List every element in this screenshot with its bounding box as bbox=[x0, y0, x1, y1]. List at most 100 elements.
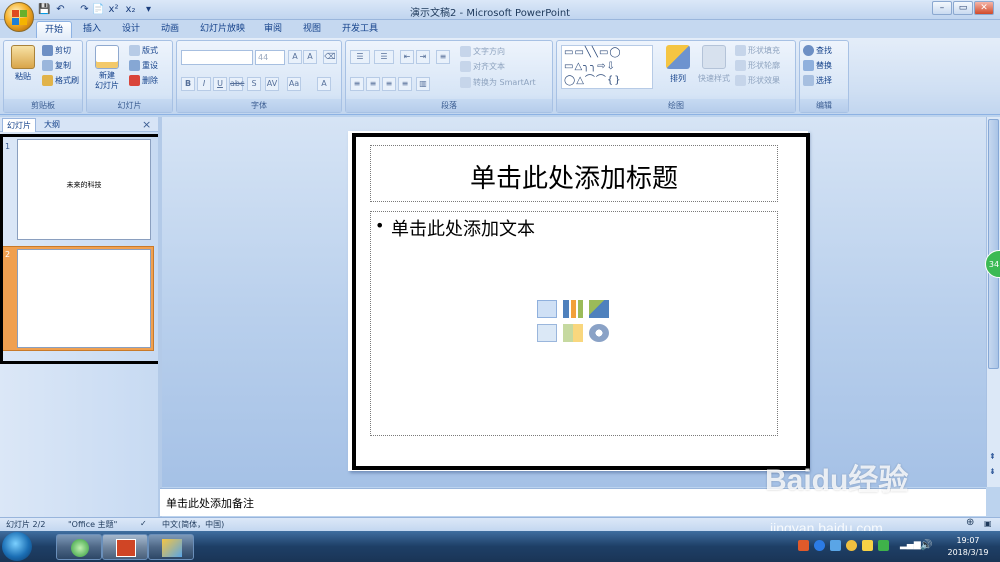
superscript-icon[interactable]: x² bbox=[107, 3, 120, 16]
numbering-button[interactable]: ☰ bbox=[374, 50, 394, 64]
new-slide-icon bbox=[95, 45, 119, 69]
replace-button[interactable]: 替换 bbox=[803, 60, 832, 71]
change-case-button[interactable]: Aa bbox=[287, 77, 301, 91]
convert-smartart-button[interactable]: 转换为 SmartArt bbox=[460, 77, 536, 88]
italic-button[interactable]: I bbox=[197, 77, 211, 91]
clipboard-group-label: 剪贴板 bbox=[4, 99, 82, 112]
shape-effects-button[interactable]: 形状效果 bbox=[735, 75, 780, 86]
tray-qq-icon[interactable] bbox=[846, 540, 857, 551]
tray-icon[interactable] bbox=[862, 540, 873, 551]
spellcheck-icon[interactable]: ✓ bbox=[140, 519, 147, 528]
taskbar-ie-button[interactable] bbox=[56, 534, 102, 560]
scissors-icon bbox=[42, 45, 53, 56]
strikethrough-button[interactable]: abc bbox=[229, 77, 244, 91]
zoom-in-icon[interactable]: ⊕ bbox=[966, 517, 974, 528]
shape-fill-button[interactable]: 形状填充 bbox=[735, 45, 780, 56]
text-direction-label: 文字方向 bbox=[473, 47, 505, 56]
bullets-button[interactable]: ☰ bbox=[350, 50, 370, 64]
new-slide-button[interactable]: 新建 幻灯片 bbox=[90, 45, 124, 91]
clock-date: 2018/3/19 bbox=[947, 548, 989, 557]
tab-review[interactable]: 审阅 bbox=[256, 21, 290, 38]
scroll-thumb[interactable] bbox=[988, 119, 999, 369]
taskbar-powerpoint-button[interactable] bbox=[102, 534, 148, 560]
select-button[interactable]: 选择 bbox=[803, 75, 832, 86]
tab-slideshow[interactable]: 幻灯片放映 bbox=[192, 21, 253, 38]
shadow-button[interactable]: S bbox=[247, 77, 261, 91]
clear-format-button[interactable]: ⌫ bbox=[323, 50, 337, 64]
line-spacing-button[interactable]: ≡ bbox=[436, 50, 450, 64]
tray-icon[interactable] bbox=[878, 540, 889, 551]
clock[interactable]: 19:07 2018/3/19 bbox=[938, 535, 998, 559]
arrange-button[interactable]: 排列 bbox=[665, 45, 691, 84]
prev-slide-icon[interactable]: ⇞ bbox=[989, 452, 996, 461]
paste-button[interactable]: 粘贴 bbox=[9, 45, 37, 82]
copy-label: 复制 bbox=[55, 61, 71, 70]
spacing-button[interactable]: AV bbox=[265, 77, 279, 91]
arrange-label: 排列 bbox=[670, 74, 686, 83]
align-text-button[interactable]: 对齐文本 bbox=[460, 61, 505, 72]
new-doc-icon[interactable]: 📄 bbox=[92, 3, 105, 16]
font-size-select[interactable]: 44 bbox=[255, 50, 285, 65]
redo-icon[interactable]: ↷ bbox=[78, 3, 91, 16]
font-color-button[interactable]: A bbox=[317, 77, 331, 91]
brush-icon bbox=[42, 75, 53, 86]
tab-design[interactable]: 设计 bbox=[114, 21, 148, 38]
tray-icon[interactable] bbox=[830, 540, 841, 551]
increase-indent-button[interactable]: ⇥ bbox=[416, 50, 430, 64]
grow-font-button[interactable]: A bbox=[288, 50, 302, 64]
copy-button[interactable]: 复制 bbox=[42, 60, 71, 71]
align-center-button[interactable]: ≡ bbox=[366, 77, 380, 91]
save-icon[interactable]: 💾 bbox=[38, 3, 51, 16]
format-painter-button[interactable]: 格式刷 bbox=[42, 75, 79, 86]
format-painter-label: 格式刷 bbox=[55, 76, 79, 85]
align-right-button[interactable]: ≡ bbox=[382, 77, 396, 91]
shapes-gallery[interactable]: ▭▭╲╲▭◯ ▭△╮╮⇨⇩ ◯△⌒⌒{} bbox=[561, 45, 653, 89]
office-button[interactable] bbox=[4, 2, 34, 32]
close-button[interactable]: ✕ bbox=[974, 1, 994, 15]
layout-button[interactable]: 版式 bbox=[129, 45, 158, 56]
align-left-button[interactable]: ≡ bbox=[350, 77, 364, 91]
justify-button[interactable]: ≡ bbox=[398, 77, 412, 91]
tray-icon[interactable] bbox=[798, 540, 809, 551]
underline-button[interactable]: U bbox=[213, 77, 227, 91]
bold-button[interactable]: B bbox=[181, 77, 195, 91]
maximize-button[interactable]: ▭ bbox=[953, 1, 973, 15]
decrease-indent-button[interactable]: ⇤ bbox=[400, 50, 414, 64]
tray-help-icon[interactable] bbox=[814, 540, 825, 551]
shape-outline-button[interactable]: 形状轮廓 bbox=[735, 60, 780, 71]
shrink-font-button[interactable]: A bbox=[303, 50, 317, 64]
tab-home[interactable]: 开始 bbox=[36, 21, 73, 38]
columns-button[interactable]: ▥ bbox=[416, 77, 430, 91]
powerpoint-icon bbox=[116, 539, 136, 557]
tab-slides[interactable]: 幻灯片 bbox=[2, 118, 36, 132]
delete-slide-button[interactable]: 删除 bbox=[129, 75, 158, 86]
volume-icon[interactable]: 🔊 bbox=[920, 540, 932, 551]
quick-styles-button[interactable]: 快速样式 bbox=[695, 45, 733, 84]
tab-outline[interactable]: 大纲 bbox=[40, 118, 64, 132]
text-direction-button[interactable]: 文字方向 bbox=[460, 46, 505, 57]
font-family-select[interactable] bbox=[181, 50, 253, 65]
cut-button[interactable]: 剪切 bbox=[42, 45, 71, 56]
vertical-scrollbar[interactable]: ⇞ ⇟ bbox=[986, 117, 1000, 487]
paragraph-group-label: 段落 bbox=[346, 99, 552, 112]
slide-count-status: 幻灯片 2/2 bbox=[6, 520, 46, 529]
reset-button[interactable]: 重设 bbox=[129, 60, 158, 71]
taskbar-paint-button[interactable] bbox=[148, 534, 194, 560]
tab-insert[interactable]: 插入 bbox=[75, 21, 109, 38]
close-pane-icon[interactable]: × bbox=[142, 118, 151, 131]
fit-window-icon[interactable]: ▣ bbox=[984, 519, 992, 528]
find-button[interactable]: 查找 bbox=[803, 45, 832, 56]
delete-label: 删除 bbox=[142, 76, 158, 85]
undo-icon[interactable]: ↶ bbox=[54, 3, 67, 16]
customize-qat-icon[interactable]: ▾ bbox=[142, 3, 155, 16]
start-button[interactable] bbox=[2, 532, 32, 561]
subscript-icon[interactable]: x₂ bbox=[124, 3, 137, 16]
replace-label: 替换 bbox=[816, 61, 832, 70]
next-slide-icon[interactable]: ⇟ bbox=[989, 467, 996, 476]
find-icon bbox=[803, 45, 814, 56]
network-icon[interactable]: ▂▄▆ bbox=[900, 540, 921, 551]
tab-developer[interactable]: 开发工具 bbox=[334, 21, 386, 38]
minimize-button[interactable]: – bbox=[932, 1, 952, 15]
tab-view[interactable]: 视图 bbox=[295, 21, 329, 38]
tab-animations[interactable]: 动画 bbox=[153, 21, 187, 38]
